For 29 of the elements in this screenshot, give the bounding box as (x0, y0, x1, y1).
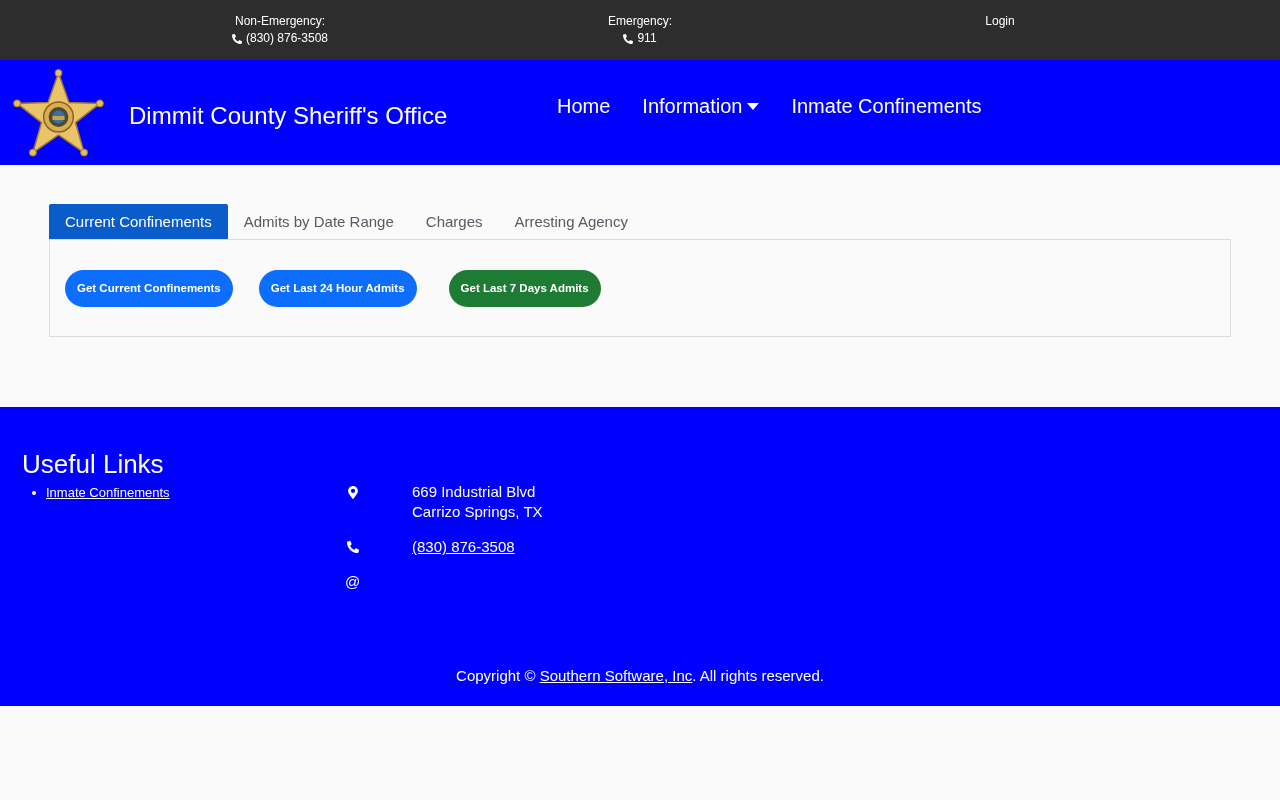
location-pin-icon (348, 485, 358, 499)
contact-label: Emergency: (608, 14, 672, 29)
contact-label: Non-Emergency: (234, 14, 325, 29)
copyright-text: Copyright © Southern Software, Inc. All rights reserved. (456, 666, 824, 686)
tab[interactable]: Charges (409, 204, 499, 239)
nav-dropdown[interactable]: Information (642, 95, 760, 118)
phone-icon (347, 541, 359, 553)
address-line: 669 Industrial Blvd (412, 482, 536, 502)
email-icon: @ (345, 572, 361, 592)
footer-link[interactable]: Inmate Confinements (46, 485, 170, 500)
phone-icon (231, 33, 242, 44)
footer-heading: Useful Links (22, 448, 164, 481)
tab[interactable]: Current Confinements (49, 204, 228, 239)
bullet-icon (32, 490, 36, 495)
phone-number: (830) 876-3508 (245, 31, 329, 46)
address-line: Carrizo Springs, TX (412, 502, 543, 522)
login-link[interactable]: Login (985, 14, 1015, 29)
phone-link[interactable]: (830) 876-3508 (412, 538, 515, 555)
caret-icon (747, 103, 760, 110)
phone-icon (623, 33, 634, 44)
tab[interactable]: Admits by Date Range (227, 204, 410, 239)
phone-number: 911 (637, 31, 657, 46)
nav-link[interactable]: Home (557, 95, 611, 118)
action-button[interactable]: Get Current Confinements (65, 269, 233, 307)
nav-link[interactable]: Inmate Confinements (791, 95, 982, 118)
site-title: Dimmit County Sheriff's Office (129, 102, 448, 130)
action-button[interactable]: Get Last 7 Days Admits (448, 269, 601, 307)
tab[interactable]: Arresting Agency (498, 204, 644, 239)
action-button[interactable]: Get Last 24 Hour Admits (258, 269, 417, 307)
